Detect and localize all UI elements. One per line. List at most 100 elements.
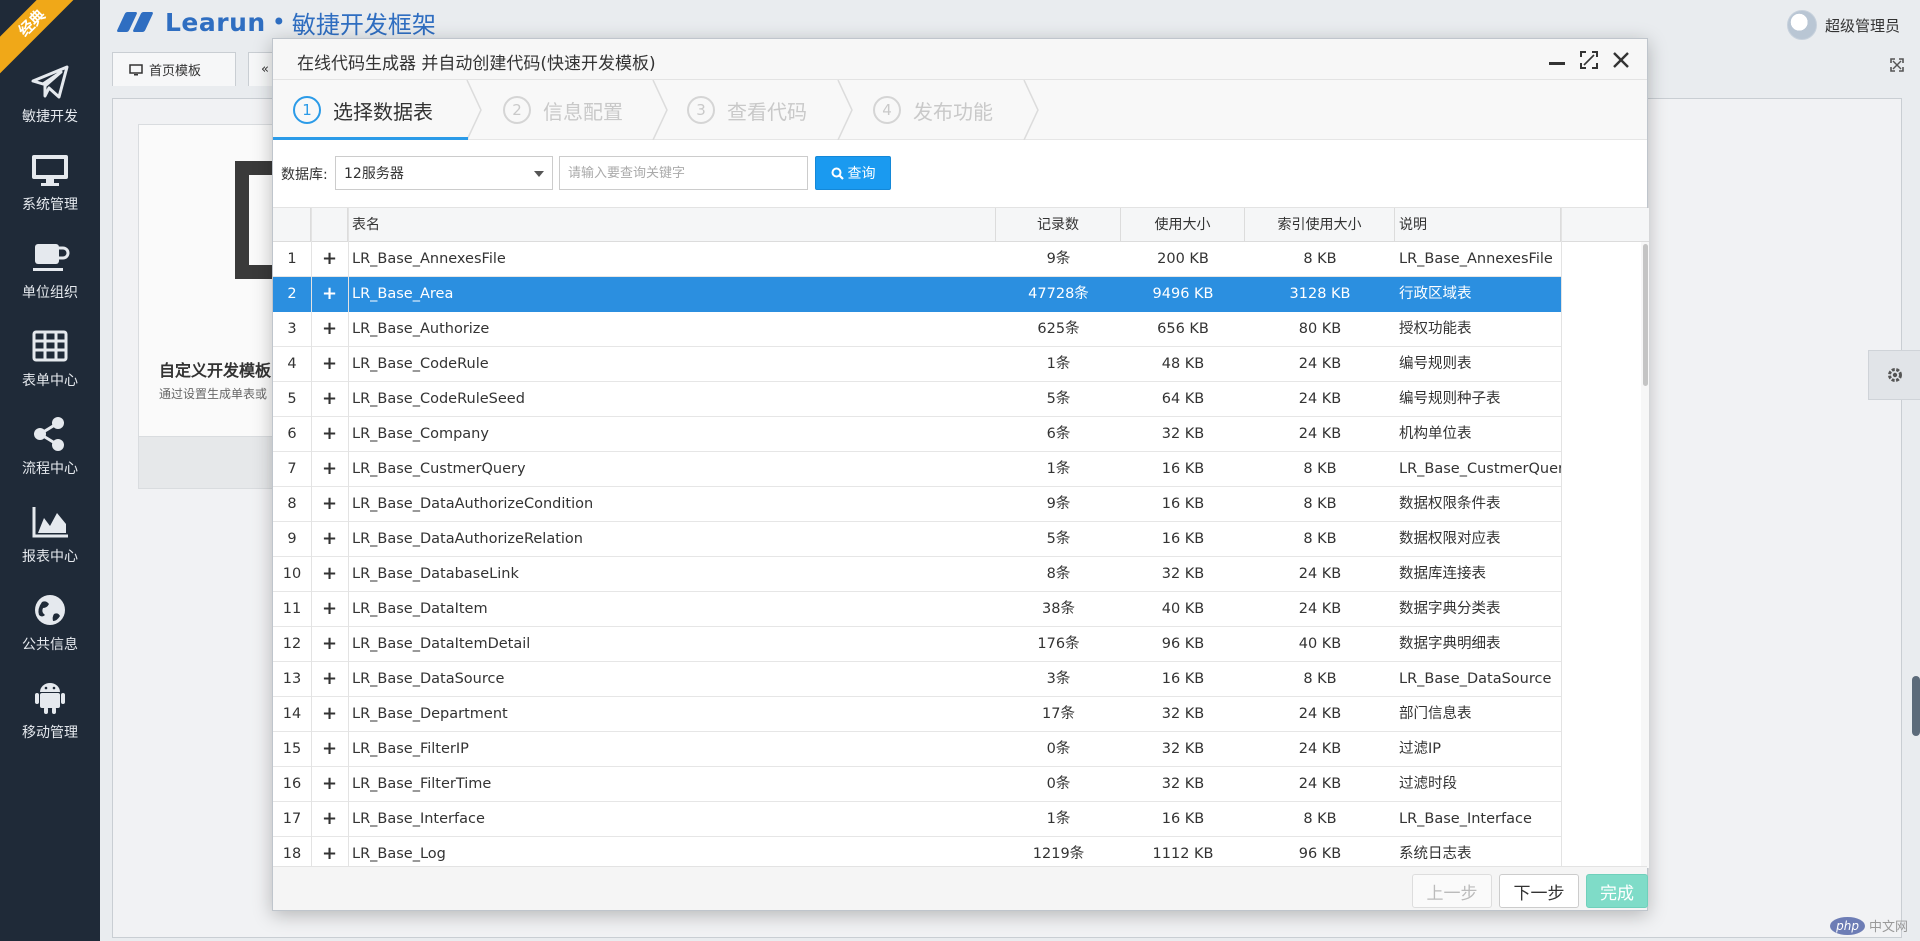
table-row[interactable]: 15+LR_Base_FilterIP0条32 KB24 KB过滤IP [273, 732, 1561, 767]
plus-icon[interactable]: + [322, 738, 337, 759]
plus-icon[interactable]: + [322, 423, 337, 444]
minimize-icon [1548, 51, 1566, 69]
table-row[interactable]: 4+LR_Base_CodeRule1条48 KB24 KB编号规则表 [273, 347, 1561, 382]
table-row[interactable]: 13+LR_Base_DataSource3条16 KB8 KBLR_Base_… [273, 662, 1561, 697]
table-row[interactable]: 3+LR_Base_Authorize625条656 KB80 KB授权功能表 [273, 312, 1561, 347]
cell-expand[interactable]: + [311, 592, 348, 627]
step-publish[interactable]: 4 发布功能 [873, 80, 993, 140]
prev-step-button[interactable]: 上一步 [1412, 874, 1492, 908]
cell-expand[interactable]: + [311, 417, 348, 452]
sidebar-item-org[interactable]: 单位组织 [0, 228, 100, 316]
plus-icon[interactable]: + [322, 248, 337, 269]
table-row[interactable]: 16+LR_Base_FilterTime0条32 KB24 KB过滤时段 [273, 767, 1561, 802]
cell-expand[interactable]: + [311, 662, 348, 697]
cell-expand[interactable]: + [311, 557, 348, 592]
step-info-config[interactable]: 2 信息配置 [503, 80, 623, 140]
plus-icon[interactable]: + [322, 563, 337, 584]
table-row[interactable]: 6+LR_Base_Company6条32 KB24 KB机构单位表 [273, 417, 1561, 452]
cell-expand[interactable]: + [311, 837, 348, 868]
column-header-expand [311, 208, 348, 242]
plus-icon[interactable]: + [322, 458, 337, 479]
finish-button[interactable]: 完成 [1586, 874, 1648, 908]
column-header-table-name[interactable]: 表名 [348, 208, 996, 242]
plus-icon[interactable]: + [322, 633, 337, 654]
tab-home-template[interactable]: 首页模板 [112, 52, 236, 86]
app-logo[interactable]: Learun • 敏捷开发框架 [115, 6, 436, 38]
plus-icon[interactable]: + [322, 668, 337, 689]
cell-description: 系统日志表 [1395, 837, 1561, 868]
sidebar-item-mobile[interactable]: 移动管理 [0, 668, 100, 756]
sidebar-item-system[interactable]: 系统管理 [0, 140, 100, 228]
column-header-index-size[interactable]: 索引使用大小 [1245, 208, 1395, 242]
code-generator-dialog: 在线代码生成器 并自动创建代码(快速开发模板) 1 选择数据表 2 信息配置 3… [272, 38, 1648, 911]
cell-expand[interactable]: + [311, 627, 348, 662]
cell-expand[interactable]: + [311, 767, 348, 802]
cell-expand[interactable]: + [311, 697, 348, 732]
cell-expand[interactable]: + [311, 802, 348, 837]
table-row[interactable]: 11+LR_Base_DataItem38条40 KB24 KB数据字典分类表 [273, 592, 1561, 627]
table-row[interactable]: 9+LR_Base_DataAuthorizeRelation5条16 KB8 … [273, 522, 1561, 557]
page-scrollbar[interactable] [1912, 676, 1920, 736]
plus-icon[interactable]: + [322, 493, 337, 514]
sidebar-item-workflow[interactable]: 流程中心 [0, 404, 100, 492]
table-row[interactable]: 10+LR_Base_DatabaseLink8条32 KB24 KB数据库连接… [273, 557, 1561, 592]
step-select-table[interactable]: 1 选择数据表 [293, 80, 433, 140]
plus-icon[interactable]: + [322, 703, 337, 724]
plus-icon[interactable]: + [322, 283, 337, 304]
sidebar-item-forms[interactable]: 表单中心 [0, 316, 100, 404]
grid-scrollbar-thumb[interactable] [1643, 244, 1648, 386]
grid-header: 表名 记录数 使用大小 索引使用大小 说明 [273, 208, 1649, 242]
cell-expand[interactable]: + [311, 242, 348, 277]
step-arrow-icon [465, 80, 485, 144]
cell-expand[interactable]: + [311, 382, 348, 417]
column-header-record-count[interactable]: 记录数 [996, 208, 1121, 242]
cell-expand[interactable]: + [311, 312, 348, 347]
next-step-button[interactable]: 下一步 [1499, 874, 1579, 908]
table-row[interactable]: 7+LR_Base_CustmerQuery1条16 KB8 KBLR_Base… [273, 452, 1561, 487]
column-header-size[interactable]: 使用大小 [1121, 208, 1245, 242]
cell-description: 过滤时段 [1395, 767, 1561, 802]
table-row[interactable]: 2+LR_Base_Area47728条9496 KB3128 KB行政区域表 [273, 277, 1561, 312]
cell-expand[interactable]: + [311, 277, 348, 312]
plus-icon[interactable]: + [322, 843, 337, 864]
step-label: 查看代码 [727, 96, 807, 125]
sidebar-item-reports[interactable]: 报表中心 [0, 492, 100, 580]
plus-icon[interactable]: + [322, 808, 337, 829]
cell-record-count: 1条 [996, 452, 1121, 487]
expand-icon[interactable] [1890, 58, 1904, 76]
plus-icon[interactable]: + [322, 388, 337, 409]
table-row[interactable]: 1+LR_Base_AnnexesFile9条200 KB8 KBLR_Base… [273, 242, 1561, 277]
arrow-left-icon: « [261, 62, 269, 77]
sidebar-item-agile-dev[interactable]: 敏捷开发 [0, 52, 100, 140]
close-button[interactable] [1611, 50, 1631, 70]
table-row[interactable]: 8+LR_Base_DataAuthorizeCondition9条16 KB8… [273, 487, 1561, 522]
column-header-description[interactable]: 说明 [1395, 208, 1561, 242]
cell-expand[interactable]: + [311, 487, 348, 522]
user-menu[interactable]: 超级管理员 [1787, 10, 1900, 40]
plus-icon[interactable]: + [322, 528, 337, 549]
cell-expand[interactable]: + [311, 732, 348, 767]
cell-expand[interactable]: + [311, 347, 348, 382]
avatar[interactable] [1787, 10, 1817, 40]
cell-record-count: 8条 [996, 557, 1121, 592]
cell-index-size: 24 KB [1245, 382, 1395, 417]
keyword-search-input[interactable] [559, 156, 808, 190]
plus-icon[interactable]: + [322, 353, 337, 374]
table-row[interactable]: 5+LR_Base_CodeRuleSeed5条64 KB24 KB编号规则种子… [273, 382, 1561, 417]
plus-icon[interactable]: + [322, 773, 337, 794]
search-button[interactable]: 查询 [815, 156, 891, 190]
maximize-button[interactable] [1579, 50, 1599, 70]
table-row[interactable]: 14+LR_Base_Department17条32 KB24 KB部门信息表 [273, 697, 1561, 732]
database-select[interactable]: 12服务器 [335, 156, 553, 190]
table-row[interactable]: 17+LR_Base_Interface1条16 KB8 KBLR_Base_I… [273, 802, 1561, 837]
plus-icon[interactable]: + [322, 318, 337, 339]
cell-expand[interactable]: + [311, 522, 348, 557]
cell-expand[interactable]: + [311, 452, 348, 487]
table-row[interactable]: 18+LR_Base_Log1219条1112 KB96 KB系统日志表 [273, 837, 1561, 868]
step-view-code[interactable]: 3 查看代码 [687, 80, 807, 140]
plus-icon[interactable]: + [322, 598, 337, 619]
table-row[interactable]: 12+LR_Base_DataItemDetail176条96 KB40 KB数… [273, 627, 1561, 662]
settings-tab[interactable] [1868, 350, 1920, 400]
sidebar-item-public-info[interactable]: 公共信息 [0, 580, 100, 668]
minimize-button[interactable] [1547, 50, 1567, 70]
